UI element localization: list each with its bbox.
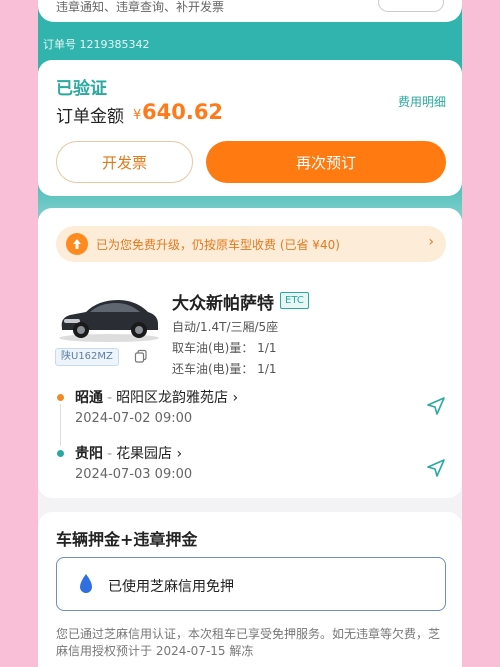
credit-free-deposit-box[interactable]: 已使用芝麻信用免押 bbox=[56, 557, 446, 611]
currency-symbol: ¥ bbox=[133, 108, 142, 123]
deposit-card: 车辆押金+违章押金 已使用芝麻信用免押 您已通过芝麻信用认证，本次租车已享受免押… bbox=[38, 512, 462, 667]
fuel-return: 还车油(电)量： 1/1 bbox=[172, 362, 277, 376]
invoice-button[interactable]: 开发票 bbox=[56, 141, 193, 183]
return-location[interactable]: 贵阳 - 花果园店 › bbox=[75, 443, 182, 463]
copy-icon[interactable] bbox=[134, 349, 148, 363]
order-amount-value: 640.62 bbox=[142, 100, 224, 124]
pickup-time: 2024-07-02 09:00 bbox=[75, 411, 193, 426]
etc-badge: ETC bbox=[280, 292, 309, 309]
car-info-card: 已为您免费升级，仍按原车型收费 (已省 ¥40) › 大众新帕萨特 ETC 自动… bbox=[38, 208, 462, 498]
chevron-right-icon: › bbox=[428, 234, 434, 250]
verified-status: 已验证 bbox=[56, 79, 107, 99]
order-amount-label: 订单金额 bbox=[56, 107, 124, 127]
credit-text: 已使用芝麻信用免押 bbox=[108, 579, 234, 595]
car-model-name: 大众新帕萨特 bbox=[172, 294, 274, 314]
return-dot bbox=[57, 450, 64, 457]
order-status-card: 已验证 订单金额 ¥ 640.62 费用明细 开发票 再次预订 bbox=[38, 60, 462, 196]
order-number: 订单号 1219385342 bbox=[43, 38, 150, 51]
notice-text: 违章通知、违章查询、补开发票 bbox=[56, 0, 225, 14]
upgrade-banner[interactable]: 已为您免费升级，仍按原车型收费 (已省 ¥40) › bbox=[56, 226, 446, 262]
pickup-store: 昭阳区龙韵雅苑店 bbox=[116, 390, 229, 406]
chevron-right-icon: › bbox=[176, 446, 183, 462]
deposit-title: 车辆押金+违章押金 bbox=[56, 530, 198, 549]
route-line bbox=[60, 404, 61, 446]
return-store: 花果园店 bbox=[116, 446, 173, 462]
notice-button[interactable] bbox=[378, 0, 444, 12]
pickup-city: 昭通 bbox=[75, 390, 103, 406]
upgrade-text: 已为您免费升级，仍按原车型收费 (已省 ¥40) bbox=[96, 238, 340, 252]
navigate-icon[interactable] bbox=[426, 396, 446, 416]
app-screen: 违章通知、违章查询、补开发票 订单号 1219385342 已验证 订单金额 ¥… bbox=[38, 0, 462, 667]
rebook-button[interactable]: 再次预订 bbox=[206, 141, 446, 183]
deposit-description: 您已通过芝麻信用认证，本次租车已享受免押服务。如无违章等欠费，芝麻信用授权预计于… bbox=[56, 627, 441, 658]
upgrade-icon bbox=[66, 233, 88, 255]
fee-detail-link[interactable]: 费用明细 bbox=[398, 93, 446, 110]
pickup-dot bbox=[57, 394, 64, 401]
notice-card[interactable]: 违章通知、违章查询、补开发票 bbox=[38, 0, 462, 22]
chevron-right-icon: › bbox=[232, 390, 239, 406]
pickup-location[interactable]: 昭通 - 昭阳区龙韵雅苑店 › bbox=[75, 387, 238, 407]
drop-icon bbox=[80, 574, 92, 593]
car-image bbox=[59, 300, 159, 342]
return-city: 贵阳 bbox=[75, 446, 103, 462]
car-spec: 自动/1.4T/三厢/5座 bbox=[172, 320, 279, 334]
navigate-icon[interactable] bbox=[426, 458, 446, 478]
return-time: 2024-07-03 09:00 bbox=[75, 467, 193, 482]
license-plate: 陕U162MZ bbox=[55, 348, 119, 366]
fuel-pickup: 取车油(电)量： 1/1 bbox=[172, 341, 277, 355]
